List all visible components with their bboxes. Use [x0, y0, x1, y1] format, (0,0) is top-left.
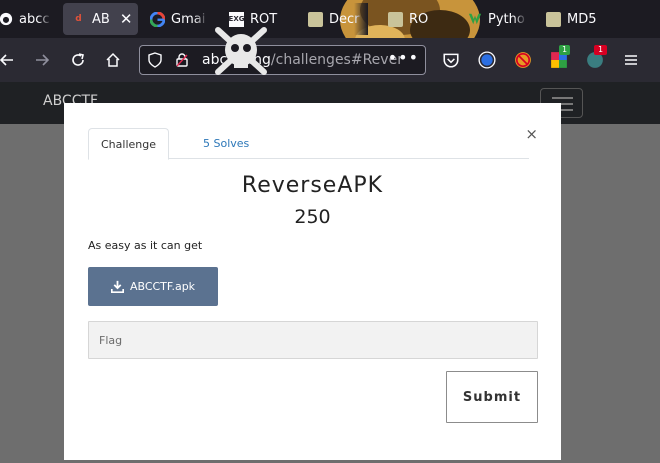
home-icon[interactable]: [102, 49, 124, 71]
google-icon: [150, 11, 165, 27]
blocked-extension-icon[interactable]: [514, 51, 532, 69]
url-path: /challenges#Rever: [270, 52, 402, 68]
tab-ro[interactable]: RO: [388, 3, 440, 35]
tab-strip: abcc d AB ✕ Gmai EXG ROT Decr RO Pytho M…: [0, 0, 660, 38]
colorful-extension-icon[interactable]: 1: [550, 45, 571, 69]
challenge-name: ReverseAPK: [241, 173, 384, 198]
back-arrow-icon[interactable]: [0, 49, 18, 71]
github-icon: [0, 12, 13, 27]
submit-button[interactable]: Submit: [446, 371, 538, 423]
download-file-label: ABCCTF.apk: [129, 280, 196, 293]
python-icon: [467, 12, 482, 27]
challenge-description: As easy as it can get: [88, 239, 203, 252]
ctf-icon: d: [75, 14, 82, 24]
download-file-button[interactable]: ABCCTF.apk: [88, 267, 218, 306]
circle-extension-icon[interactable]: [478, 51, 496, 69]
tab-gmail[interactable]: Gmai: [150, 3, 208, 35]
lock-icon[interactable]: [174, 52, 190, 72]
tab-decrypt[interactable]: Decr: [308, 3, 368, 35]
forward-arrow-icon[interactable]: [31, 49, 53, 71]
hamburger-menu-icon[interactable]: [620, 49, 642, 71]
challenge-modal: × Challenge 5 Solves ReverseAPK 250 As e…: [64, 103, 561, 460]
tab-md5[interactable]: MD5: [546, 3, 606, 35]
folder-icon: [388, 11, 403, 27]
shield-extension-icon[interactable]: 1: [586, 45, 608, 69]
folder-icon: [546, 11, 561, 27]
download-icon: [110, 280, 124, 293]
tab-label: AB: [92, 11, 110, 27]
tab-label: MD5: [567, 11, 597, 27]
pocket-icon[interactable]: [442, 51, 460, 69]
tracking-shield-icon[interactable]: [147, 52, 163, 72]
extension-badge: 1: [594, 45, 608, 55]
skull-decoration: [215, 27, 267, 75]
tab-python[interactable]: Pytho: [467, 3, 527, 35]
modal-tabs: Challenge 5 Solves: [88, 128, 529, 160]
challenge-value: 250: [294, 206, 331, 228]
tab-abcctf-active[interactable]: d AB ✕: [63, 3, 138, 35]
close-tab-icon[interactable]: ✕: [120, 10, 133, 28]
page-actions-menu-icon[interactable]: •••: [388, 48, 419, 67]
tab-solves[interactable]: 5 Solves: [191, 128, 261, 159]
tab-github[interactable]: abcc: [0, 3, 52, 35]
address-bar[interactable]: abc.ctf.ng/challenges#Rever •••: [139, 45, 426, 75]
extension-badge: 1: [559, 45, 571, 55]
tab-challenge[interactable]: Challenge: [88, 128, 169, 160]
tab-label: RO: [409, 11, 429, 27]
folder-icon: [308, 11, 323, 27]
flag-input[interactable]: [88, 321, 538, 359]
reload-icon[interactable]: [67, 49, 89, 71]
